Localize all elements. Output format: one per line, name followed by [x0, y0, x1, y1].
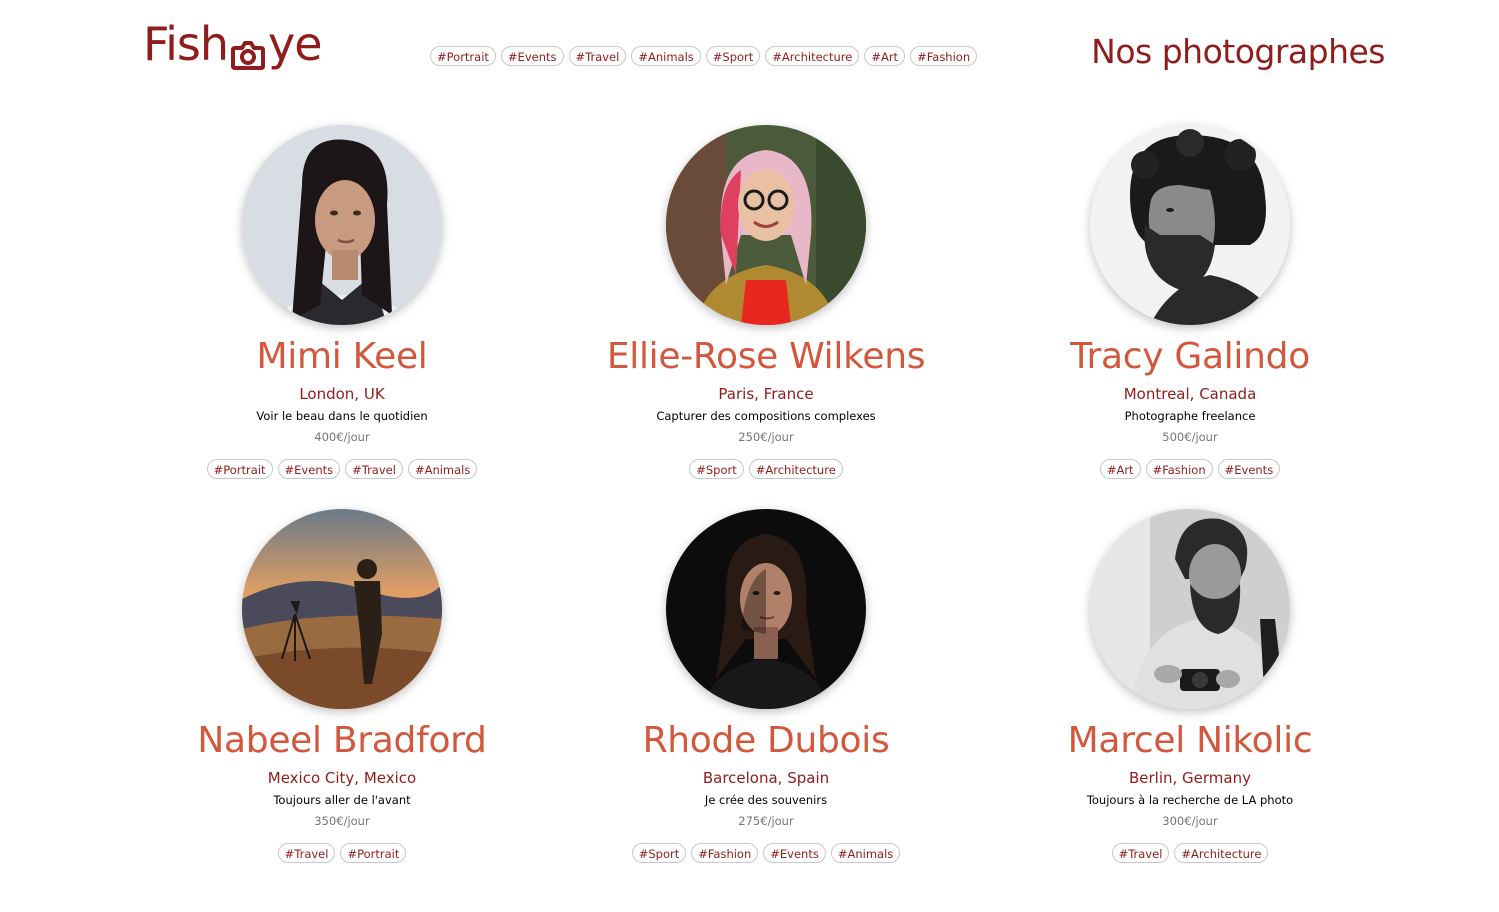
- photographer-tagline: Capturer des compositions complexes: [656, 409, 876, 423]
- photographer-card-nabeel-bradford[interactable]: Nabeel Bradford Mexico City, Mexico Touj…: [130, 509, 554, 863]
- photographer-price: 275€/jour: [738, 814, 794, 828]
- logo-text-right: ye: [268, 17, 323, 71]
- filter-tag-art[interactable]: #Art: [864, 46, 906, 66]
- photographer-card-tracy-galindo[interactable]: Tracy Galindo Montreal, Canada Photograp…: [978, 125, 1402, 479]
- photographer-name[interactable]: Mimi Keel: [257, 335, 428, 379]
- photographer-portrait[interactable]: [666, 509, 866, 709]
- photographer-price: 400€/jour: [314, 430, 370, 444]
- fisheye-logo[interactable]: Fish ye: [143, 14, 323, 74]
- photographer-card-mimi-keel[interactable]: Mimi Keel London, UK Voir le beau dans l…: [130, 125, 554, 479]
- photographer-tag[interactable]: #Architecture: [748, 459, 843, 479]
- photographer-name[interactable]: Rhode Dubois: [643, 719, 890, 763]
- logo-text-left: Fish: [143, 17, 229, 71]
- photographer-tag[interactable]: #Fashion: [691, 843, 759, 863]
- photographer-tags: #Portrait #Events #Travel #Animals: [206, 459, 478, 479]
- photographer-name[interactable]: Marcel Nikolic: [1068, 719, 1313, 763]
- page: Fish ye #Portrait #Events #Travel #Anima…: [0, 0, 1499, 912]
- photographer-tag[interactable]: #Events: [277, 459, 341, 479]
- page-title: Nos photographes: [1091, 32, 1385, 71]
- photographer-tagline: Toujours aller de l'avant: [273, 793, 411, 807]
- photographer-tagline: Toujours à la recherche de LA photo: [1086, 793, 1294, 807]
- photographer-grid: Mimi Keel London, UK Voir le beau dans l…: [130, 125, 1400, 863]
- photographer-location: Berlin, Germany: [1128, 769, 1251, 787]
- photographer-portrait[interactable]: [1090, 125, 1290, 325]
- photographer-tagline: Voir le beau dans le quotidien: [256, 409, 428, 423]
- filter-tag-architecture[interactable]: #Architecture: [765, 46, 860, 66]
- photographer-price: 500€/jour: [1162, 430, 1218, 444]
- photographer-card-marcel-nikolic[interactable]: Marcel Nikolic Berlin, Germany Toujours …: [978, 509, 1402, 863]
- photographer-portrait[interactable]: [242, 125, 442, 325]
- filter-tag-animals[interactable]: #Animals: [631, 46, 701, 66]
- photographer-tag[interactable]: #Fashion: [1145, 459, 1213, 479]
- photographer-tags: #Art #Fashion #Events: [1099, 459, 1281, 479]
- photographer-portrait[interactable]: [666, 125, 866, 325]
- photographer-tags: #Sport #Fashion #Events #Animals: [631, 843, 901, 863]
- photographer-price: 300€/jour: [1162, 814, 1218, 828]
- photographer-tag[interactable]: #Art: [1099, 459, 1141, 479]
- photographer-card-rhode-dubois[interactable]: Rhode Dubois Barcelona, Spain Je crée de…: [554, 509, 978, 863]
- photographer-tags: #Travel #Architecture: [1111, 843, 1269, 863]
- photographer-tag[interactable]: #Animals: [407, 459, 478, 479]
- photographer-tag[interactable]: #Portrait: [340, 843, 407, 863]
- photographer-tagline: Je crée des souvenirs: [704, 793, 828, 807]
- photographer-tag[interactable]: #Travel: [345, 459, 403, 479]
- photographer-tagline: Photographe freelance: [1124, 409, 1256, 423]
- photographer-tags: #Travel #Portrait: [277, 843, 407, 863]
- photographer-tag[interactable]: #Sport: [631, 843, 687, 863]
- photographer-name[interactable]: Ellie-Rose Wilkens: [607, 335, 926, 379]
- photographer-location: Paris, France: [718, 385, 814, 403]
- photographer-tag[interactable]: #Travel: [1111, 843, 1170, 863]
- photographer-tag[interactable]: #Events: [1217, 459, 1281, 479]
- filter-tag-events[interactable]: #Events: [500, 46, 564, 66]
- filter-tag-portrait[interactable]: #Portrait: [430, 46, 496, 66]
- photographer-price: 350€/jour: [314, 814, 370, 828]
- photographer-tag[interactable]: #Architecture: [1174, 843, 1269, 863]
- photographer-tag[interactable]: #Animals: [830, 843, 901, 863]
- photographer-tags: #Sport #Architecture: [689, 459, 843, 479]
- photographer-location: Montreal, Canada: [1123, 385, 1257, 403]
- photographer-location: London, UK: [299, 385, 385, 403]
- photographer-name[interactable]: Nabeel Bradford: [197, 719, 487, 763]
- filter-tag-sport[interactable]: #Sport: [705, 46, 761, 66]
- filter-tag-fashion[interactable]: #Fashion: [910, 46, 978, 66]
- photographer-name[interactable]: Tracy Galindo: [1070, 335, 1310, 379]
- photographer-portrait[interactable]: [1090, 509, 1290, 709]
- photographer-tag[interactable]: #Sport: [689, 459, 744, 479]
- photographer-tag[interactable]: #Events: [763, 843, 826, 863]
- photographer-portrait[interactable]: [242, 509, 442, 709]
- photographer-tag[interactable]: #Travel: [277, 843, 336, 863]
- camera-icon: [229, 28, 267, 70]
- photographer-price: 250€/jour: [738, 430, 794, 444]
- photographer-card-ellie-rose-wilkens[interactable]: Ellie-Rose Wilkens Paris, France Capture…: [554, 125, 978, 479]
- tag-filter-nav: #Portrait #Events #Travel #Animals #Spor…: [430, 46, 978, 66]
- photographer-location: Barcelona, Spain: [702, 769, 830, 787]
- filter-tag-travel[interactable]: #Travel: [568, 46, 627, 66]
- photographer-location: Mexico City, Mexico: [267, 769, 417, 787]
- photographer-tag[interactable]: #Portrait: [206, 459, 273, 479]
